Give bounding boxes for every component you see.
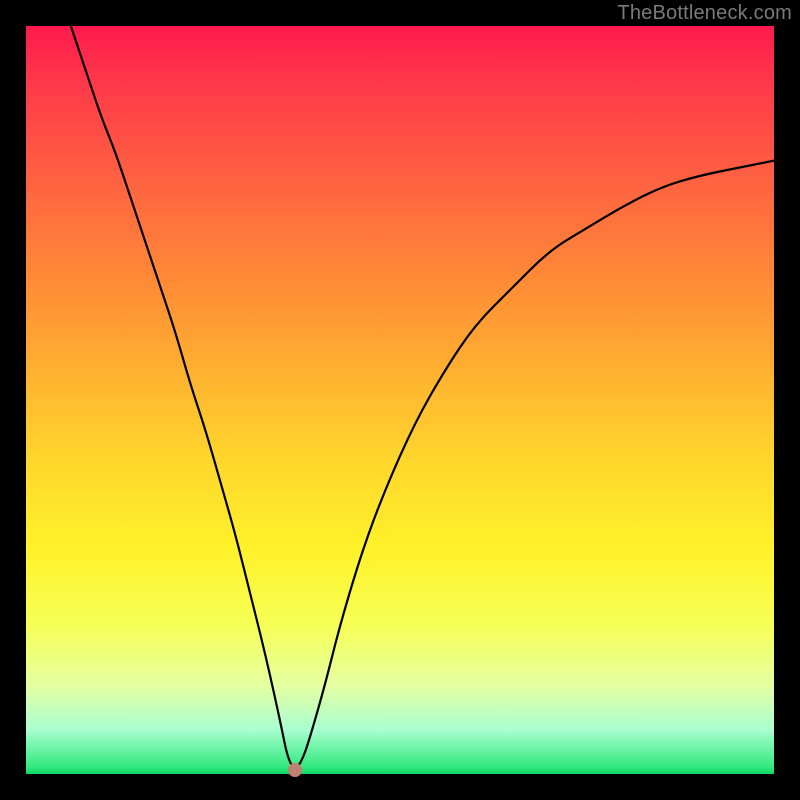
chart-marker: [288, 763, 302, 777]
plot-area: [26, 26, 774, 774]
watermark-label: TheBottleneck.com: [617, 2, 792, 25]
chart-curve: [26, 26, 774, 774]
chart-frame: TheBottleneck.com: [0, 0, 800, 800]
